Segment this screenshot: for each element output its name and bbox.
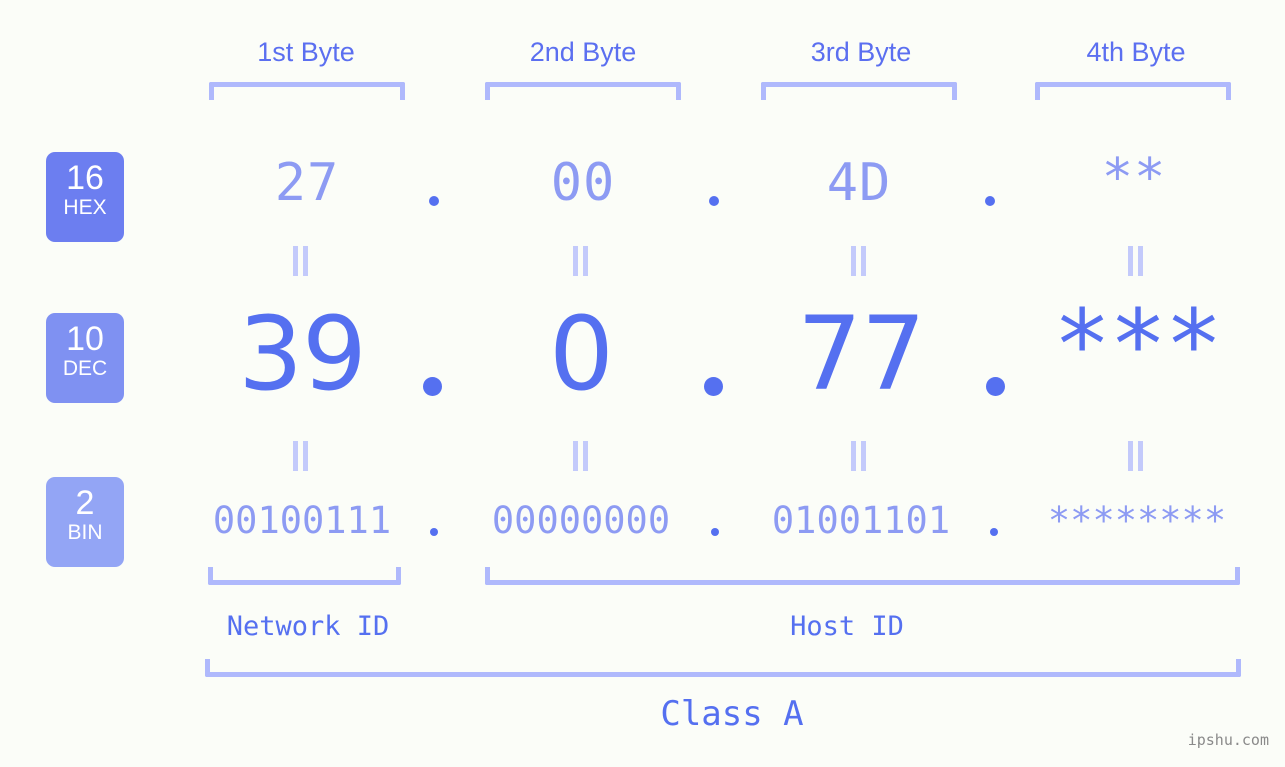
bin-byte-4: ******** (1047, 499, 1227, 542)
class-bracket (205, 659, 1241, 677)
byte-header-2: 2nd Byte (529, 37, 637, 67)
dec-byte-3: 77 (797, 295, 926, 414)
bin-byte-1: 00100111 (212, 499, 392, 542)
bin-separator-1 (430, 528, 438, 536)
hex-separator-2 (709, 196, 719, 206)
equals-mark-hex-dec-4 (1127, 246, 1145, 276)
equals-mark-hex-dec-3 (850, 246, 868, 276)
network-id-label: Network ID (226, 611, 390, 642)
ip-address-breakdown-diagram: 1st Byte 2nd Byte 3rd Byte 4th Byte 16 H… (0, 0, 1285, 767)
bin-separator-3 (990, 528, 998, 536)
hex-byte-2: 00 (550, 153, 616, 213)
hex-byte-3: 4D (826, 153, 892, 213)
hex-separator-3 (985, 196, 995, 206)
site-watermark: ipshu.com (1187, 731, 1269, 749)
bin-separator-2 (711, 528, 719, 536)
byte-bracket-2 (485, 82, 681, 100)
byte-header-4: 4th Byte (1086, 37, 1186, 67)
radix-badge-hex: 16 HEX (46, 152, 124, 242)
byte-header-3: 3rd Byte (810, 37, 912, 67)
dec-byte-1: 39 (238, 295, 367, 414)
radix-badge-dec-name: DEC (62, 357, 108, 380)
radix-badge-bin-number: 2 (75, 484, 95, 522)
network-id-bracket (208, 567, 401, 585)
equals-mark-dec-bin-3 (850, 441, 868, 471)
equals-mark-hex-dec-2 (572, 246, 590, 276)
radix-badge-dec-number: 10 (66, 320, 104, 358)
equals-mark-dec-bin-4 (1127, 441, 1145, 471)
equals-mark-dec-bin-2 (572, 441, 590, 471)
bin-byte-2: 00000000 (491, 499, 671, 542)
radix-badge-bin: 2 BIN (46, 477, 124, 567)
bin-byte-3: 01001101 (771, 499, 951, 542)
radix-badge-hex-name: HEX (63, 196, 107, 219)
byte-header-1: 1st Byte (257, 37, 355, 67)
dec-separator-3 (986, 377, 1005, 396)
byte-bracket-1 (209, 82, 405, 100)
radix-badge-dec: 10 DEC (46, 313, 124, 403)
radix-badge-hex-number: 16 (66, 159, 104, 197)
byte-bracket-4 (1035, 82, 1231, 100)
dec-separator-1 (423, 377, 442, 396)
equals-mark-dec-bin-1 (292, 441, 310, 471)
host-id-label: Host ID (790, 611, 904, 642)
byte-bracket-3 (761, 82, 957, 100)
radix-badge-bin-name: BIN (67, 521, 103, 544)
hex-byte-4: ** (1101, 148, 1167, 208)
hex-byte-1: 27 (274, 153, 340, 213)
dec-separator-2 (704, 377, 723, 396)
equals-mark-hex-dec-1 (292, 246, 310, 276)
dec-byte-2: 0 (549, 295, 614, 414)
dec-byte-4: *** (1053, 289, 1222, 401)
host-id-bracket (485, 567, 1240, 585)
hex-separator-1 (429, 196, 439, 206)
class-label: Class A (660, 694, 804, 734)
